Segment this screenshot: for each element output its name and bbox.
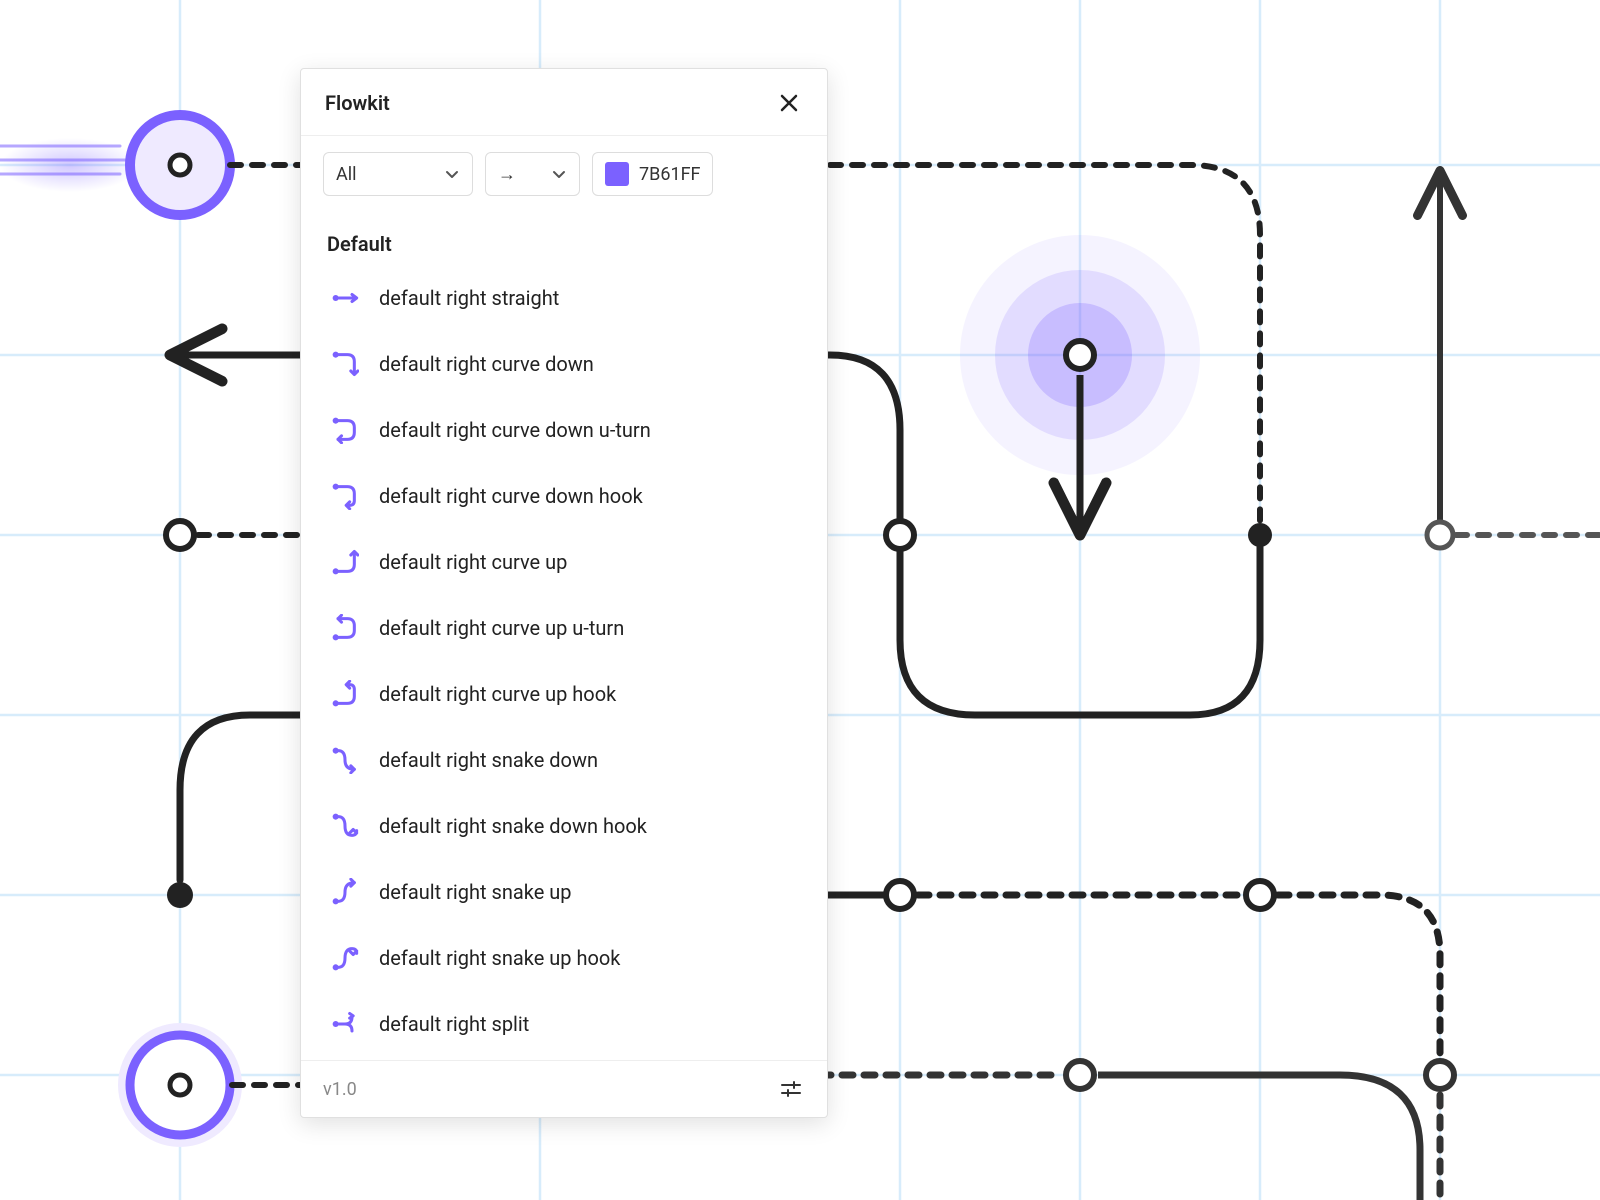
canvas-node[interactable] — [166, 521, 194, 549]
type-filter-value: All — [336, 164, 357, 185]
item-label: default right curve up — [379, 550, 567, 574]
list-item[interactable]: default right snake down — [323, 734, 805, 786]
list-item[interactable]: default right curve up — [323, 536, 805, 588]
close-icon — [778, 92, 800, 114]
flow-right-curve-down-uturn-icon — [329, 414, 361, 446]
list-item[interactable]: default right curve up hook — [323, 668, 805, 720]
item-label: default right snake up hook — [379, 946, 620, 970]
list-item[interactable]: default right curve down hook — [323, 470, 805, 522]
item-list: default right straight default right curv… — [323, 272, 805, 1050]
list-item[interactable]: default right curve down u-turn — [323, 404, 805, 456]
item-label: default right snake down — [379, 748, 598, 772]
list-item[interactable]: default right snake up — [323, 866, 805, 918]
item-label: default right curve down hook — [379, 484, 643, 508]
settings-button[interactable] — [777, 1075, 805, 1103]
canvas-node-accent-2[interactable] — [118, 1023, 242, 1147]
color-hex-value: 7B61FF — [639, 164, 700, 185]
canvas-node[interactable] — [167, 882, 193, 908]
flow-right-curve-down-hook-icon — [329, 480, 361, 512]
canvas-node[interactable] — [886, 881, 914, 909]
canvas-node[interactable] — [1427, 522, 1453, 548]
item-label: default right curve up hook — [379, 682, 616, 706]
flowkit-panel: Flowkit All → 7B61FF Default default rig… — [300, 68, 828, 1118]
panel-header: Flowkit — [301, 69, 827, 136]
canvas-connector — [1278, 895, 1440, 1075]
panel-title: Flowkit — [325, 91, 390, 115]
list-item[interactable]: default right snake down hook — [323, 800, 805, 852]
color-swatch — [605, 162, 629, 186]
canvas-node[interactable] — [1426, 1061, 1454, 1089]
flow-right-curve-up-icon — [329, 546, 361, 578]
canvas-connector — [1340, 1075, 1420, 1200]
group-label: Default — [327, 232, 805, 256]
close-button[interactable] — [775, 89, 803, 117]
canvas-node[interactable] — [1246, 881, 1274, 909]
chevron-down-icon — [444, 166, 460, 182]
canvas-node[interactable] — [1066, 1061, 1094, 1089]
panel-toolbar: All → 7B61FF — [301, 136, 827, 206]
flow-right-curve-up-uturn-icon — [329, 612, 361, 644]
list-item[interactable]: default right snake up hook — [323, 932, 805, 984]
flow-right-snake-down-hook-icon — [329, 810, 361, 842]
type-filter-select[interactable]: All — [323, 152, 473, 196]
panel-body: Default default right straightdefault ri… — [301, 206, 827, 1060]
flow-right-snake-up-icon — [329, 876, 361, 908]
flow-right-straight-icon — [329, 282, 361, 314]
flow-right-snake-up-hook-icon — [329, 942, 361, 974]
sliders-icon — [779, 1077, 803, 1101]
list-item[interactable]: default right split — [323, 998, 805, 1050]
item-label: default right curve down u-turn — [379, 418, 651, 442]
list-item[interactable]: default right straight — [323, 272, 805, 324]
item-label: default right straight — [379, 286, 559, 310]
canvas-node[interactable] — [886, 521, 914, 549]
item-label: default right snake down hook — [379, 814, 647, 838]
list-item[interactable]: default right curve down — [323, 338, 805, 390]
item-label: default right split — [379, 1012, 529, 1036]
panel-footer: v1.0 — [301, 1060, 827, 1117]
item-label: default right curve up u-turn — [379, 616, 624, 640]
list-item[interactable]: default right curve up u-turn — [323, 602, 805, 654]
item-label: default right snake up — [379, 880, 572, 904]
flow-right-curve-up-hook-icon — [329, 678, 361, 710]
flow-right-curve-down-icon — [329, 348, 361, 380]
chevron-down-icon — [551, 166, 567, 182]
flow-right-split-icon — [329, 1008, 361, 1040]
direction-value: → — [498, 164, 516, 185]
version-label: v1.0 — [323, 1079, 357, 1100]
flow-right-snake-down-icon — [329, 744, 361, 776]
direction-select[interactable]: → — [485, 152, 580, 196]
canvas-connector — [180, 715, 310, 880]
item-label: default right curve down — [379, 352, 594, 376]
color-picker[interactable]: 7B61FF — [592, 152, 713, 196]
canvas-node-accent-1[interactable] — [0, 115, 230, 215]
